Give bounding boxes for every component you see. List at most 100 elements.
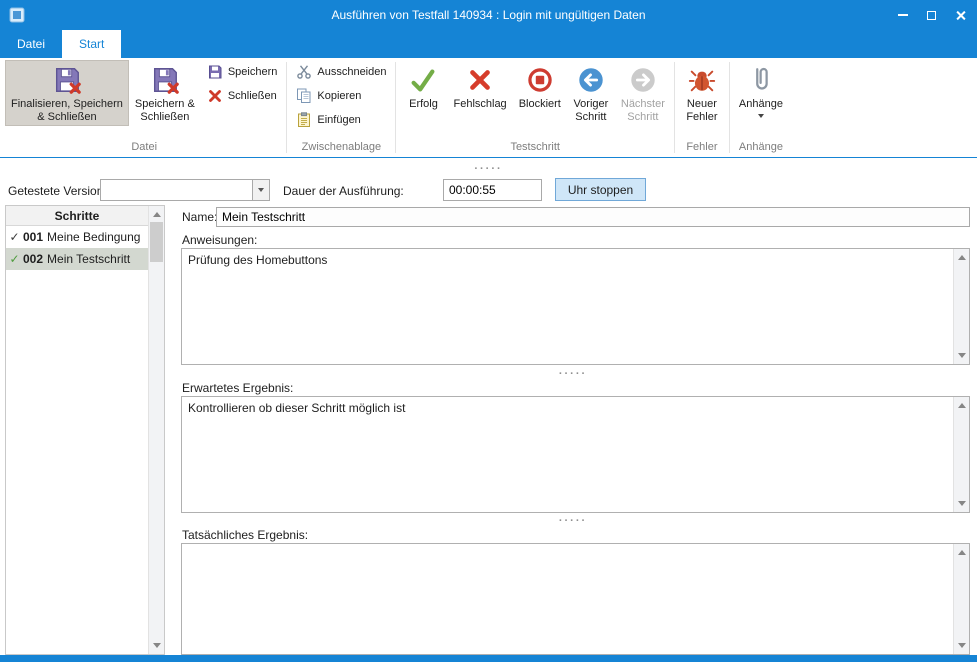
group-separator [674, 62, 675, 153]
close-button[interactable] [946, 0, 975, 30]
vertical-scrollbar[interactable] [953, 544, 969, 654]
ribbon-group-anhaenge: Anhänge Anhänge [731, 58, 791, 157]
tested-version-combobox[interactable] [100, 179, 270, 201]
new-error-label: Neuer Fehler [686, 98, 717, 124]
group-separator [286, 62, 287, 153]
previous-step-label: Voriger Schritt [573, 98, 608, 124]
app-window: Ausführen von Testfall 140934 : Login mi… [0, 0, 977, 662]
clipboard-icon [296, 112, 312, 128]
group-caption-zwischenablage: Zwischenablage [288, 140, 394, 157]
fail-button[interactable]: Fehlschlag [447, 60, 512, 113]
scroll-down-arrow[interactable] [958, 501, 966, 506]
success-label: Erfolg [409, 98, 438, 111]
success-button[interactable]: Erfolg [399, 60, 447, 113]
ribbon-group-zwischenablage: Ausschneiden Kopieren Einfügen [288, 58, 394, 157]
instructions-textarea[interactable]: Prüfung des Homebuttons [181, 248, 970, 365]
chevron-down-icon [258, 188, 264, 192]
step-label: Meine Bedingung [47, 230, 140, 244]
next-step-button[interactable]: Nächster Schritt [615, 60, 671, 126]
actual-result-label: Tatsächliches Ergebnis: [182, 528, 308, 542]
splitter-handle[interactable]: ····· [176, 516, 970, 526]
expected-result-text[interactable]: Kontrollieren ob dieser Schritt möglich … [182, 397, 953, 512]
group-caption-datei: Datei [3, 140, 285, 157]
steps-header: Schritte [6, 206, 148, 226]
scissors-icon [296, 64, 312, 80]
steps-vertical-scrollbar[interactable] [148, 206, 164, 654]
fail-label: Fehlschlag [453, 98, 506, 111]
copy-label: Kopieren [317, 90, 361, 102]
scroll-down-arrow[interactable] [958, 643, 966, 648]
vertical-scrollbar[interactable] [953, 249, 969, 364]
name-label: Name: [182, 210, 217, 224]
new-error-button[interactable]: Neuer Fehler [678, 60, 726, 126]
copy-button[interactable]: Kopieren [290, 84, 367, 108]
vertical-scrollbar[interactable] [953, 397, 969, 512]
scroll-up-arrow[interactable] [153, 212, 161, 217]
ribbon-tabstrip: Datei Start [0, 30, 977, 58]
scrollbar-thumb[interactable] [150, 222, 163, 262]
save-label: Speichern [228, 66, 278, 78]
actual-result-textarea[interactable] [181, 543, 970, 655]
save-button[interactable]: Speichern [201, 60, 284, 84]
check-icon [408, 65, 438, 95]
save-and-close-button[interactable]: Speichern & Schließen [129, 60, 201, 126]
tested-version-input[interactable] [101, 180, 252, 200]
ribbon-group-testschritt: Erfolg Fehlschlag Blockiert [397, 58, 672, 157]
finalize-save-close-button[interactable]: Finalisieren, Speichern & Schließen [5, 60, 129, 126]
bug-icon [687, 65, 717, 95]
paste-label: Einfügen [317, 114, 360, 126]
check-icon: ✓ [6, 230, 23, 244]
ribbon: Finalisieren, Speichern & Schließen Spei… [0, 58, 977, 158]
titlebar: Ausführen von Testfall 140934 : Login mi… [0, 0, 977, 30]
tab-start[interactable]: Start [62, 30, 121, 58]
cut-button[interactable]: Ausschneiden [290, 60, 392, 84]
minimize-icon [898, 14, 908, 16]
scroll-down-arrow[interactable] [153, 643, 161, 648]
arrow-left-circle-icon [576, 65, 606, 95]
save-and-close-label: Speichern & Schließen [135, 98, 195, 124]
blocked-button[interactable]: Blockiert [513, 60, 567, 113]
instructions-label: Anweisungen: [182, 233, 257, 247]
save-icon [207, 64, 223, 80]
blocked-stop-icon [525, 65, 555, 95]
ribbon-group-datei: Finalisieren, Speichern & Schließen Spei… [3, 58, 285, 157]
splitter-handle[interactable]: ····· [0, 164, 977, 174]
scroll-down-arrow[interactable] [958, 353, 966, 358]
close-file-button[interactable]: Schließen [201, 84, 283, 108]
actual-result-text[interactable] [182, 544, 953, 654]
scroll-up-arrow[interactable] [958, 255, 966, 260]
minimize-button[interactable] [888, 0, 917, 30]
save-close-icon [150, 65, 180, 95]
attachments-button[interactable]: Anhänge [733, 60, 789, 120]
duration-label: Dauer der Ausführung: [283, 184, 404, 198]
scroll-up-arrow[interactable] [958, 550, 966, 555]
tested-version-label: Getestete Version: [8, 184, 107, 198]
blocked-label: Blockiert [519, 98, 561, 111]
maximize-button[interactable] [917, 0, 946, 30]
splitter-handle[interactable]: ····· [176, 369, 970, 379]
paste-button[interactable]: Einfügen [290, 108, 366, 132]
group-separator [729, 62, 730, 153]
combobox-dropdown-button[interactable] [252, 180, 269, 200]
name-input[interactable] [216, 207, 970, 227]
app-icon[interactable] [9, 7, 25, 23]
step-number: 001 [23, 230, 43, 244]
duration-input[interactable] [443, 179, 542, 201]
step-item-001[interactable]: ✓ 001 Meine Bedingung [6, 226, 148, 248]
expected-result-textarea[interactable]: Kontrollieren ob dieser Schritt möglich … [181, 396, 970, 513]
previous-step-button[interactable]: Voriger Schritt [567, 60, 615, 126]
window-controls [888, 0, 975, 30]
step-item-002[interactable]: ✓ 002 Mein Testschritt [6, 248, 148, 270]
arrow-right-circle-icon [628, 65, 658, 95]
stop-clock-button[interactable]: Uhr stoppen [555, 178, 646, 201]
window-bottom-border [0, 655, 977, 662]
attachments-label: Anhänge [739, 98, 783, 111]
group-separator [395, 62, 396, 153]
instructions-text[interactable]: Prüfung des Homebuttons [182, 249, 953, 364]
maximize-icon [927, 11, 936, 20]
tab-datei[interactable]: Datei [0, 30, 62, 58]
group-caption-fehler: Fehler [676, 140, 728, 157]
check-icon: ✓ [6, 252, 23, 266]
next-step-label: Nächster Schritt [621, 98, 665, 124]
scroll-up-arrow[interactable] [958, 403, 966, 408]
